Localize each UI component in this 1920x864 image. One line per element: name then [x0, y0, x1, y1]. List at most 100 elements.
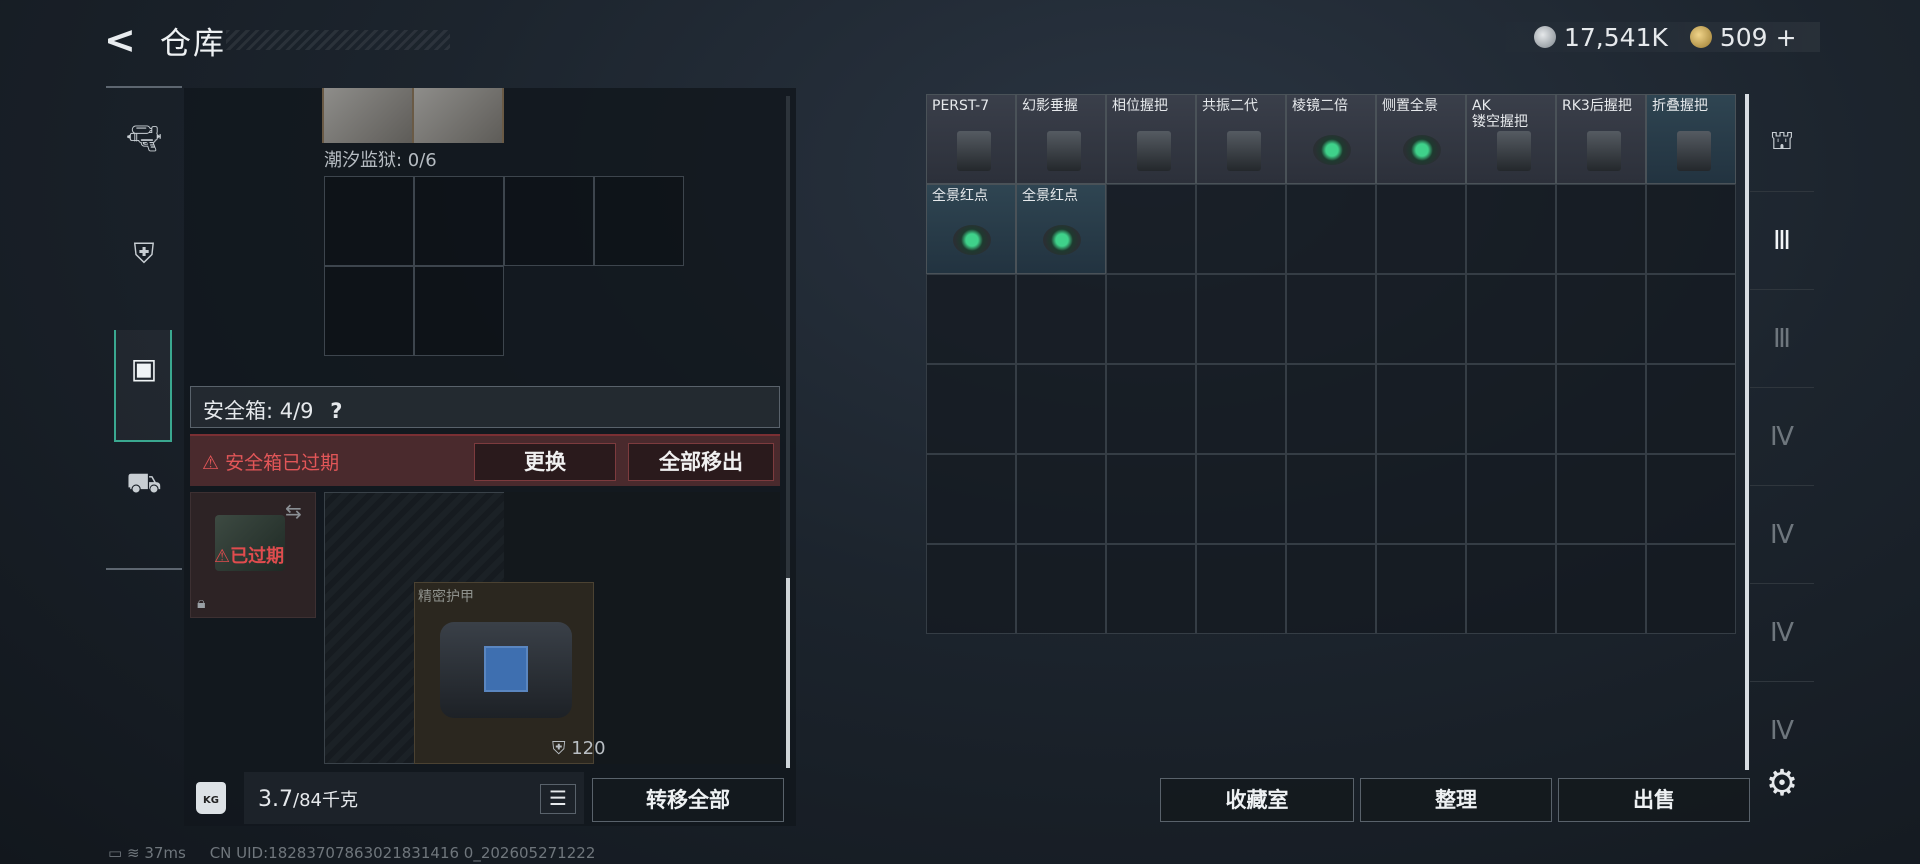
grip-icon: [1677, 131, 1711, 171]
storage-slot[interactable]: [1106, 544, 1196, 634]
sell-button[interactable]: 出售: [1558, 778, 1750, 822]
storage-slot[interactable]: [1646, 274, 1736, 364]
storage-slot[interactable]: [1556, 454, 1646, 544]
storage-tier-3-icon[interactable]: Ⅲ: [1750, 192, 1814, 290]
storage-slot[interactable]: [1556, 544, 1646, 634]
expired-badge-text: 已过期: [230, 546, 285, 567]
storage-slot[interactable]: [1016, 454, 1106, 544]
stored-item[interactable]: [324, 88, 412, 143]
grip-icon: [1497, 131, 1531, 171]
storage-slot[interactable]: [1466, 274, 1556, 364]
storage-slot[interactable]: [1106, 184, 1196, 274]
armor-plate-icon[interactable]: ⛨: [106, 204, 182, 304]
storage-slot[interactable]: [1016, 274, 1106, 364]
storage-slot[interactable]: [1286, 274, 1376, 364]
storage-slot[interactable]: [1466, 454, 1556, 544]
silver-amount: 17,541K: [1564, 22, 1668, 52]
list-view-button[interactable]: ☰: [540, 784, 576, 814]
storage-item[interactable]: 侧置全景: [1376, 94, 1466, 184]
scope-icon: [1403, 135, 1441, 165]
storage-item[interactable]: 全景红点: [1016, 184, 1106, 274]
storage-tier-4c-icon[interactable]: Ⅳ: [1750, 584, 1814, 682]
storage-slot[interactable]: [1196, 184, 1286, 274]
ping: 37ms: [144, 844, 186, 862]
replace-button[interactable]: 更换: [474, 443, 616, 481]
back-button[interactable]: <: [104, 20, 140, 60]
storage-slot[interactable]: [1106, 454, 1196, 544]
storage-slot[interactable]: [1016, 544, 1106, 634]
storage-slot[interactable]: [1646, 454, 1736, 544]
stored-item[interactable]: [414, 88, 502, 143]
storage-slot[interactable]: [1196, 544, 1286, 634]
storage-slot[interactable]: [1646, 544, 1736, 634]
transfer-all-button[interactable]: 转移全部: [592, 778, 784, 822]
storage-slot[interactable]: [1646, 184, 1736, 274]
remove-all-button[interactable]: 全部移出: [628, 443, 774, 481]
storage-item[interactable]: RK3后握把: [1556, 94, 1646, 184]
prison-slot[interactable]: [324, 266, 414, 356]
storage-item[interactable]: 共振二代: [1196, 94, 1286, 184]
storage-tier-4b-icon[interactable]: Ⅳ: [1750, 486, 1814, 584]
help-icon[interactable]: ?: [330, 399, 342, 423]
storage-slot[interactable]: [1196, 274, 1286, 364]
storage-slot[interactable]: [1376, 364, 1466, 454]
storage-item-label: 全景红点: [932, 188, 988, 204]
storage-slot[interactable]: [1646, 364, 1736, 454]
storage-item-label: RK3后握把: [1562, 98, 1632, 114]
storage-slot[interactable]: [926, 454, 1016, 544]
storage-slot[interactable]: [1196, 364, 1286, 454]
storage-slot[interactable]: [1556, 364, 1646, 454]
storage-slot[interactable]: [1376, 184, 1466, 274]
storage-slot[interactable]: [926, 544, 1016, 634]
storage-item-label: 幻影垂握: [1022, 98, 1078, 114]
storage-item[interactable]: 折叠握把: [1646, 94, 1736, 184]
storage-slot[interactable]: [1106, 274, 1196, 364]
storage-item[interactable]: 全景红点: [926, 184, 1016, 274]
prison-slot[interactable]: [324, 176, 414, 266]
status-bar: ▭ ≋ 37ms CN UID:18283707863021831416 0_2…: [108, 844, 595, 862]
add-gold-button[interactable]: +: [1776, 23, 1797, 52]
sort-button[interactable]: 整理: [1360, 778, 1552, 822]
storage-slot[interactable]: [1286, 364, 1376, 454]
expired-warning-text: 安全箱已过期: [225, 452, 340, 474]
pistol-icon[interactable]: 🔫︎: [106, 88, 182, 188]
storage-item-label: 折叠握把: [1652, 98, 1708, 114]
storage-item[interactable]: PERST-7: [926, 94, 1016, 184]
storage-slot[interactable]: [1016, 364, 1106, 454]
storage-slot[interactable]: [1106, 364, 1196, 454]
storage-slot[interactable]: [1466, 184, 1556, 274]
prison-slot[interactable]: [504, 176, 594, 266]
swap-icon[interactable]: ⇆: [285, 499, 302, 523]
currency-display: 17,541K 509 +: [1490, 22, 1820, 52]
storage-slot[interactable]: [1376, 274, 1466, 364]
storage-item-label: 侧置全景: [1382, 98, 1438, 114]
storage-slot[interactable]: [1286, 454, 1376, 544]
storage-slot[interactable]: [1466, 364, 1556, 454]
vault-icon[interactable]: ⛫: [1750, 94, 1814, 192]
toolbox-icon[interactable]: ⛟: [106, 434, 182, 534]
storage-scrollbar[interactable]: [1745, 94, 1749, 770]
storage-slot[interactable]: [1556, 184, 1646, 274]
left-scrollbar[interactable]: [786, 578, 790, 768]
storage-slot[interactable]: [1286, 184, 1376, 274]
prison-slot[interactable]: [414, 176, 504, 266]
storage-item[interactable]: 相位握把: [1106, 94, 1196, 184]
storage-slot[interactable]: [926, 274, 1016, 364]
storage-slot[interactable]: [1376, 454, 1466, 544]
storage-slot[interactable]: [1376, 544, 1466, 634]
storage-item[interactable]: 幻影垂握: [1016, 94, 1106, 184]
settings-gear-icon[interactable]: ⚙: [1760, 762, 1804, 806]
storage-tier-4-icon[interactable]: Ⅳ: [1750, 388, 1814, 486]
storage-slot[interactable]: [1556, 274, 1646, 364]
storage-item[interactable]: 棱镜二倍: [1286, 94, 1376, 184]
collection-button[interactable]: 收藏室: [1160, 778, 1354, 822]
storage-tier-3b-icon[interactable]: Ⅲ: [1750, 290, 1814, 388]
storage-slot[interactable]: [1286, 544, 1376, 634]
prison-slot[interactable]: [414, 266, 504, 356]
storage-slot[interactable]: [1196, 454, 1286, 544]
storage-item[interactable]: AK 镂空握把: [1466, 94, 1556, 184]
storage-slot[interactable]: [926, 364, 1016, 454]
storage-slot[interactable]: [1466, 544, 1556, 634]
prison-slot[interactable]: [594, 176, 684, 266]
page-title: 仓库: [160, 26, 226, 62]
